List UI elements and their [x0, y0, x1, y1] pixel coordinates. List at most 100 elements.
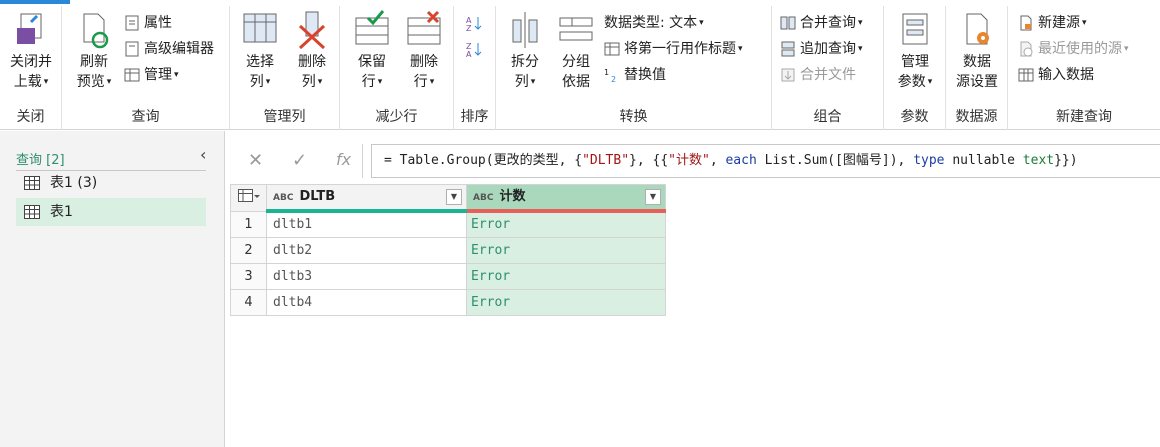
filter-dropdown-icon[interactable]: ▼	[645, 189, 661, 205]
sort-descending-button[interactable]: ZA	[466, 38, 486, 60]
combine-files-icon	[781, 68, 795, 82]
datasource-settings-button[interactable]: 数据 源设置	[950, 10, 1004, 92]
row-number[interactable]: 3	[230, 262, 267, 290]
svg-text:2: 2	[611, 75, 616, 83]
group-combine: 合并查询 ▾ 追加查询 ▾ 合并文件 组合	[772, 6, 884, 130]
text-type-icon[interactable]: ABC	[473, 193, 493, 203]
group-sort: AZ ZA 排序	[454, 6, 496, 130]
cell-dltb[interactable]: dltb2	[266, 236, 467, 264]
column-header-label: DLTB	[299, 189, 336, 204]
group-manage-columns-label: 管理列	[263, 109, 306, 125]
append-queries-button[interactable]: 追加查询 ▾	[780, 38, 863, 60]
choose-columns-button[interactable]: 选择 列 ▾	[236, 10, 284, 92]
remove-rows-button[interactable]: 删除 行 ▾	[400, 10, 448, 92]
combine-files-label: 合并文件	[800, 67, 856, 83]
formula-text: ,	[709, 153, 726, 168]
column-header-dltb[interactable]: ABC DLTB ▼	[266, 184, 467, 213]
cell-dltb[interactable]: dltb4	[266, 288, 467, 316]
row-number[interactable]: 4	[230, 288, 267, 316]
recent-sources-button[interactable]: 最近使用的源 ▾	[1018, 38, 1129, 60]
data-type-dropdown[interactable]: 数据类型: 文本 ▾	[604, 12, 704, 34]
group-close: 关闭并 上载 ▾ 关闭	[0, 6, 62, 130]
split-column-icon	[512, 12, 538, 48]
properties-button[interactable]: 属性	[124, 12, 172, 34]
formula-separator	[362, 144, 363, 178]
remove-rows-icon	[407, 10, 441, 45]
cell-error[interactable]: Error	[466, 236, 666, 264]
enter-data-button[interactable]: 输入数据	[1018, 64, 1094, 86]
formula-type: text	[1022, 153, 1055, 168]
new-source-button[interactable]: 新建源 ▾	[1018, 12, 1087, 34]
group-by-button[interactable]: 分组 依据	[554, 10, 598, 92]
query-item-label: 表1 (3)	[50, 175, 98, 191]
cell-error[interactable]: Error	[466, 288, 666, 316]
cell-dltb[interactable]: dltb1	[266, 210, 467, 238]
use-first-row-button[interactable]: 将第一行用作标题 ▾	[604, 38, 743, 60]
cell-dltb[interactable]: dltb3	[266, 262, 467, 290]
fx-icon[interactable]: fx	[336, 150, 351, 169]
cancel-icon[interactable]: ✕	[248, 150, 263, 171]
collapse-pane-chevron-icon[interactable]: ‹	[200, 145, 206, 164]
formula-text: nullable	[944, 153, 1023, 168]
merge-queries-button[interactable]: 合并查询 ▾	[780, 12, 863, 34]
keep-rows-button[interactable]: 保留 行 ▾	[348, 10, 396, 92]
recent-sources-icon	[1020, 41, 1033, 57]
remove-columns-button[interactable]: 删除 列 ▾	[288, 10, 336, 92]
formula-bar: ✕ ✓ fx = Table.Group(更改的类型, {"DLTB"}, {{…	[230, 144, 1160, 178]
query-item-selected[interactable]: 表1	[16, 198, 206, 226]
row-number[interactable]: 1	[230, 210, 267, 238]
formula-text: = Table.Group(更改的类型, {	[384, 153, 583, 168]
queries-header: 查询 [2]	[16, 149, 206, 171]
column-header-count[interactable]: ABC 计数 ▼	[466, 184, 666, 213]
enter-data-icon	[1018, 68, 1034, 82]
merge-queries-label: 合并查询	[800, 15, 856, 31]
group-manage-columns: 选择 列 ▾ 删除 列 ▾ 管理列	[230, 6, 340, 130]
cell-error[interactable]: Error	[466, 262, 666, 290]
recent-sources-label: 最近使用的源	[1038, 41, 1122, 57]
group-by-label: 分组 依据	[562, 54, 590, 90]
table-row: 1 dltb1 Error	[230, 210, 666, 238]
ribbon: 关闭并 上载 ▾ 关闭 刷新 预览 ▾ 属性 高级编辑器 管理 ▾ 查询 选择 …	[0, 0, 1160, 130]
advanced-editor-icon	[125, 41, 139, 57]
split-column-button[interactable]: 拆分 列 ▾	[500, 10, 550, 92]
manage-button[interactable]: 管理 ▾	[124, 64, 179, 86]
combine-files-button[interactable]: 合并文件	[780, 64, 856, 86]
group-transform: 拆分 列 ▾ 分组 依据 数据类型: 文本 ▾ 将第一行用作标题 ▾ 1 2 替换值 转换	[496, 6, 772, 130]
group-query: 刷新 预览 ▾ 属性 高级编辑器 管理 ▾ 查询	[62, 6, 230, 130]
properties-label: 属性	[144, 15, 172, 31]
group-sort-label: 排序	[460, 109, 489, 125]
sort-ascending-button[interactable]: AZ	[466, 12, 486, 34]
manage-parameters-button[interactable]: 管理 参数 ▾	[890, 10, 940, 92]
advanced-editor-button[interactable]: 高级编辑器	[124, 38, 214, 60]
replace-values-button[interactable]: 1 2 替换值	[604, 64, 666, 86]
close-load-icon	[17, 13, 42, 44]
refresh-preview-button[interactable]: 刷新 预览 ▾	[68, 10, 120, 92]
replace-values-icon: 12	[604, 68, 616, 83]
formula-text: List.Sum([图幅号]),	[756, 153, 914, 168]
close-load-button[interactable]: 关闭并 上载 ▾	[4, 10, 58, 92]
confirm-check-icon[interactable]: ✓	[292, 150, 307, 171]
manage-parameters-label: 管理 参数	[897, 54, 929, 90]
group-new-query: 新建源 ▾ 最近使用的源 ▾ 输入数据 新建查询	[1008, 6, 1160, 130]
svg-text:A: A	[466, 50, 472, 57]
formula-text: }})	[1054, 153, 1078, 168]
svg-text:Z: Z	[466, 24, 472, 31]
queries-pane: 查询 [2] ‹ 表1 (3) 表1	[0, 131, 225, 447]
text-type-icon[interactable]: ABC	[273, 193, 293, 203]
group-query-label: 查询	[131, 109, 160, 125]
group-by-icon	[559, 17, 593, 41]
query-item[interactable]: 表1 (3)	[16, 169, 206, 197]
group-close-label: 关闭	[16, 109, 45, 125]
remove-columns-icon	[298, 11, 326, 50]
filter-dropdown-icon[interactable]: ▼	[446, 189, 462, 205]
data-type-label: 数据类型: 文本	[604, 15, 698, 31]
group-new-query-label: 新建查询	[1056, 109, 1112, 125]
table-menu-button[interactable]	[230, 184, 267, 212]
append-queries-label: 追加查询	[800, 41, 856, 57]
formula-input[interactable]: = Table.Group(更改的类型, {"DLTB"}, {{"计数", e…	[371, 144, 1160, 178]
active-tab-indicator	[0, 0, 70, 4]
choose-columns-icon	[243, 13, 277, 43]
formula-string: "DLTB"	[582, 153, 630, 168]
cell-error[interactable]: Error	[466, 210, 666, 238]
row-number[interactable]: 2	[230, 236, 267, 264]
